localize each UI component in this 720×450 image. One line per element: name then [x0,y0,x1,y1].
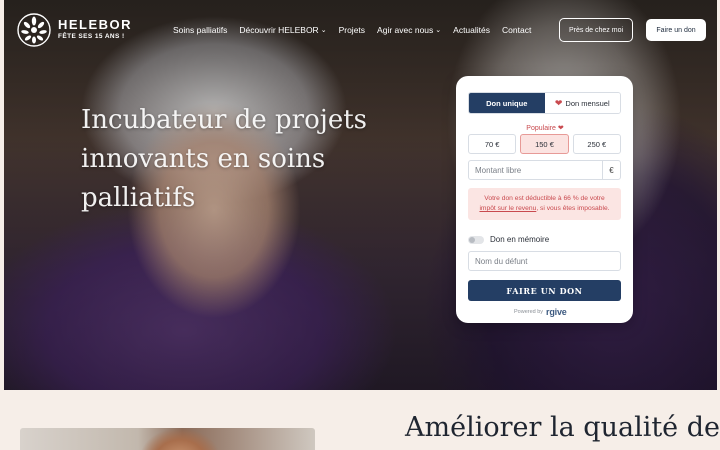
nav-item-label: Découvrir HELEBOR [239,25,319,35]
brand-tagline: FÊTE SES 15 ANS ! [58,33,125,40]
currency-suffix: € [602,161,620,179]
monthly-donation-label: Don mensuel [565,98,610,108]
tax-note-text: Votre don est déductible à 66 % de votre [484,195,605,202]
popular-label: Populaire [526,125,556,132]
section-title: Améliorer la qualité de [405,412,720,443]
memory-donation-row: Don en mémoire [468,235,549,244]
nav-item-actualites[interactable]: Actualités [453,25,490,35]
deceased-name-input[interactable]: Nom du défunt [468,251,621,271]
nav-item-label: Projets [338,25,366,35]
tax-note-link[interactable]: impôt sur le revenu [479,205,536,212]
nav-item-soins-palliatifs[interactable]: Soins palliatifs [173,25,227,35]
nav-item-decouvrir[interactable]: Découvrir HELEBOR ⌄ [239,25,326,35]
submit-donation-button[interactable]: FAIRE UN DON [468,280,621,301]
amount-option-250[interactable]: 250 € [572,134,621,154]
donate-header-button[interactable]: Faire un don [646,19,706,41]
site-logo[interactable]: HELEBOR FÊTE SES 15 ANS ! [16,12,132,48]
nav-item-projets[interactable]: Projets [339,25,365,35]
tax-deduction-note: Votre don est déductible à 66 % de votre… [468,188,621,220]
memory-donation-toggle[interactable] [468,235,484,244]
hero-title-line-1: Incubateur de projets [81,105,367,135]
nav-item-label: Soins palliatifs [173,25,228,35]
amount-option-150[interactable]: 150 € [520,134,569,154]
nav-item-contact[interactable]: Contact [502,25,531,35]
nav-item-label: Contact [502,25,532,35]
popular-badge: Populaire ❤ [518,124,572,132]
powered-by[interactable]: Powered by rgive [514,307,584,317]
hero-title: Incubateur de projets innovants en soins… [81,101,441,218]
nav-item-label: Actualités [453,25,491,35]
leaf-wreath-icon [17,13,51,47]
donation-form: Don unique ❤ Don mensuel Populaire ❤ 70 … [456,76,633,323]
memory-donation-label: Don en mémoire [490,235,550,244]
single-donation-tab[interactable]: Don unique [469,93,545,113]
near-me-button[interactable]: Près de chez moi [559,18,633,42]
free-amount-input[interactable]: Montant libre [469,166,602,175]
free-amount-field[interactable]: Montant libre € [468,160,621,180]
logo-text: HELEBOR FÊTE SES 15 ANS ! [58,18,132,42]
tax-note-text-end: , si vous êtes imposable. [536,205,610,212]
rgive-logo: rgive [546,307,567,317]
frequency-toggle: Don unique ❤ Don mensuel [468,92,621,114]
amount-option-70[interactable]: 70 € [468,134,517,154]
chevron-down-icon: ⌄ [435,27,442,34]
heart-icon: ❤ [557,125,564,132]
nav-item-label: Agir avec nous [377,25,434,35]
hero-title-line-2: innovants en soins palliatifs [81,144,326,213]
section-photo [20,428,315,450]
heart-icon: ❤ [554,97,563,108]
chevron-down-icon: ⌄ [320,27,327,34]
nav-item-agir[interactable]: Agir avec nous ⌄ [377,25,441,35]
powered-by-label: Powered by [514,309,544,315]
monthly-donation-tab[interactable]: ❤ Don mensuel [544,93,620,113]
main-nav: Soins palliatifs Découvrir HELEBOR ⌄ Proj… [173,25,531,35]
brand-name: HELEBOR [58,17,133,32]
amount-options: 70 € 150 € 250 € [468,134,621,154]
